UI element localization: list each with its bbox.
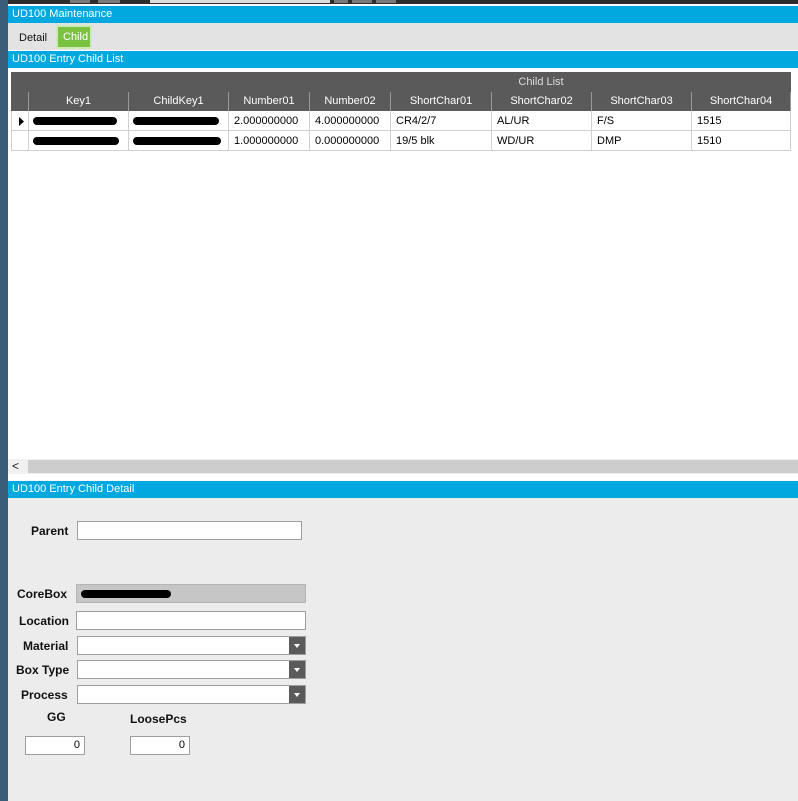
horizontal-scrollbar[interactable]: < — [8, 459, 798, 474]
grid-group-header-label: Child List — [518, 76, 564, 88]
redaction-mark — [133, 137, 221, 145]
tab-strip: Detail Child — [8, 23, 798, 50]
table-cell-shortchar01[interactable]: CR4/2/7 — [391, 111, 492, 131]
redaction-mark — [33, 117, 117, 125]
grid-group-header: Child List — [11, 72, 791, 92]
loosepcs-input[interactable]: 0 — [130, 736, 190, 755]
child-list-grid[interactable]: Child List Key1 ChildKey1 Number01 Numbe… — [8, 68, 798, 475]
column-header-childkey1[interactable]: ChildKey1 — [129, 92, 229, 111]
redaction-mark — [33, 137, 119, 145]
toolbar-button[interactable] — [376, 0, 396, 3]
column-header-number02[interactable]: Number02 — [310, 92, 391, 111]
location-field[interactable] — [76, 611, 306, 630]
table-cell-shortchar04[interactable]: 1515 — [692, 111, 791, 131]
window-title: UD100 Maintenance — [8, 6, 798, 23]
gg-input[interactable]: 0 — [25, 736, 85, 755]
table-cell-key1[interactable] — [29, 111, 129, 131]
process-label: Process — [21, 688, 68, 702]
left-window-edge — [0, 0, 8, 801]
child-detail-form: Parent CoreBox Location Material Box Typ… — [8, 498, 798, 801]
column-header-shortchar02[interactable]: ShortChar02 — [492, 92, 592, 111]
gg-label: GG — [47, 710, 66, 724]
table-cell-shortchar03[interactable]: F/S — [592, 111, 692, 131]
child-detail-section-title: UD100 Entry Child Detail — [8, 481, 798, 498]
chevron-down-icon[interactable] — [289, 661, 305, 678]
row-selector[interactable] — [11, 131, 29, 151]
scroll-left-arrow-icon[interactable]: < — [12, 459, 26, 474]
corebox-label: CoreBox — [17, 587, 68, 601]
row-selector-arrow-icon — [19, 117, 24, 126]
toolbar-button[interactable] — [352, 0, 372, 3]
tab-child[interactable]: Child — [56, 25, 92, 49]
tab-detail[interactable]: Detail — [14, 27, 52, 49]
table-cell-childkey1[interactable] — [129, 111, 229, 131]
corebox-field — [76, 584, 306, 603]
table-cell-number02[interactable]: 4.000000000 — [310, 111, 391, 131]
row-selector-header — [11, 92, 29, 111]
row-selector[interactable] — [11, 111, 29, 131]
toolbar-button[interactable] — [70, 0, 90, 3]
table-cell-shortchar02[interactable]: WD/UR — [492, 131, 592, 151]
toolbar-button[interactable] — [334, 0, 348, 3]
column-header-number01[interactable]: Number01 — [229, 92, 310, 111]
chevron-down-icon[interactable] — [289, 686, 305, 703]
chevron-down-icon[interactable] — [289, 637, 305, 654]
table-cell-number02[interactable]: 0.000000000 — [310, 131, 391, 151]
table-cell-shortchar02[interactable]: AL/UR — [492, 111, 592, 131]
column-header-shortchar01[interactable]: ShortChar01 — [391, 92, 492, 111]
parent-label: Parent — [31, 524, 69, 538]
material-combo[interactable] — [77, 636, 306, 655]
redaction-mark — [133, 117, 219, 125]
column-header-key1[interactable]: Key1 — [29, 92, 129, 111]
process-combo[interactable] — [77, 685, 306, 704]
parent-field[interactable] — [77, 521, 302, 540]
redaction-mark — [81, 590, 171, 598]
toolbar-button[interactable] — [98, 0, 120, 3]
table-cell-key1[interactable] — [29, 131, 129, 151]
table-cell-number01[interactable]: 2.000000000 — [229, 111, 310, 131]
table-cell-shortchar01[interactable]: 19/5 blk — [391, 131, 492, 151]
child-list-section-title: UD100 Entry Child List — [8, 51, 798, 68]
table-cell-shortchar03[interactable]: DMP — [592, 131, 692, 151]
material-label: Material — [23, 639, 69, 653]
toolbar-field[interactable] — [150, 0, 330, 3]
column-header-shortchar03[interactable]: ShortChar03 — [592, 92, 692, 111]
location-label: Location — [19, 614, 69, 628]
table-cell-number01[interactable]: 1.000000000 — [229, 131, 310, 151]
loosepcs-label: LoosePcs — [130, 712, 187, 726]
column-header-shortchar04[interactable]: ShortChar04 — [692, 92, 791, 111]
box-type-label: Box Type — [16, 663, 70, 677]
table-cell-childkey1[interactable] — [129, 131, 229, 151]
top-toolbar-strip — [0, 0, 798, 4]
box-type-combo[interactable] — [77, 660, 306, 679]
scrollbar-thumb[interactable] — [28, 460, 798, 473]
table-cell-shortchar04[interactable]: 1510 — [692, 131, 791, 151]
